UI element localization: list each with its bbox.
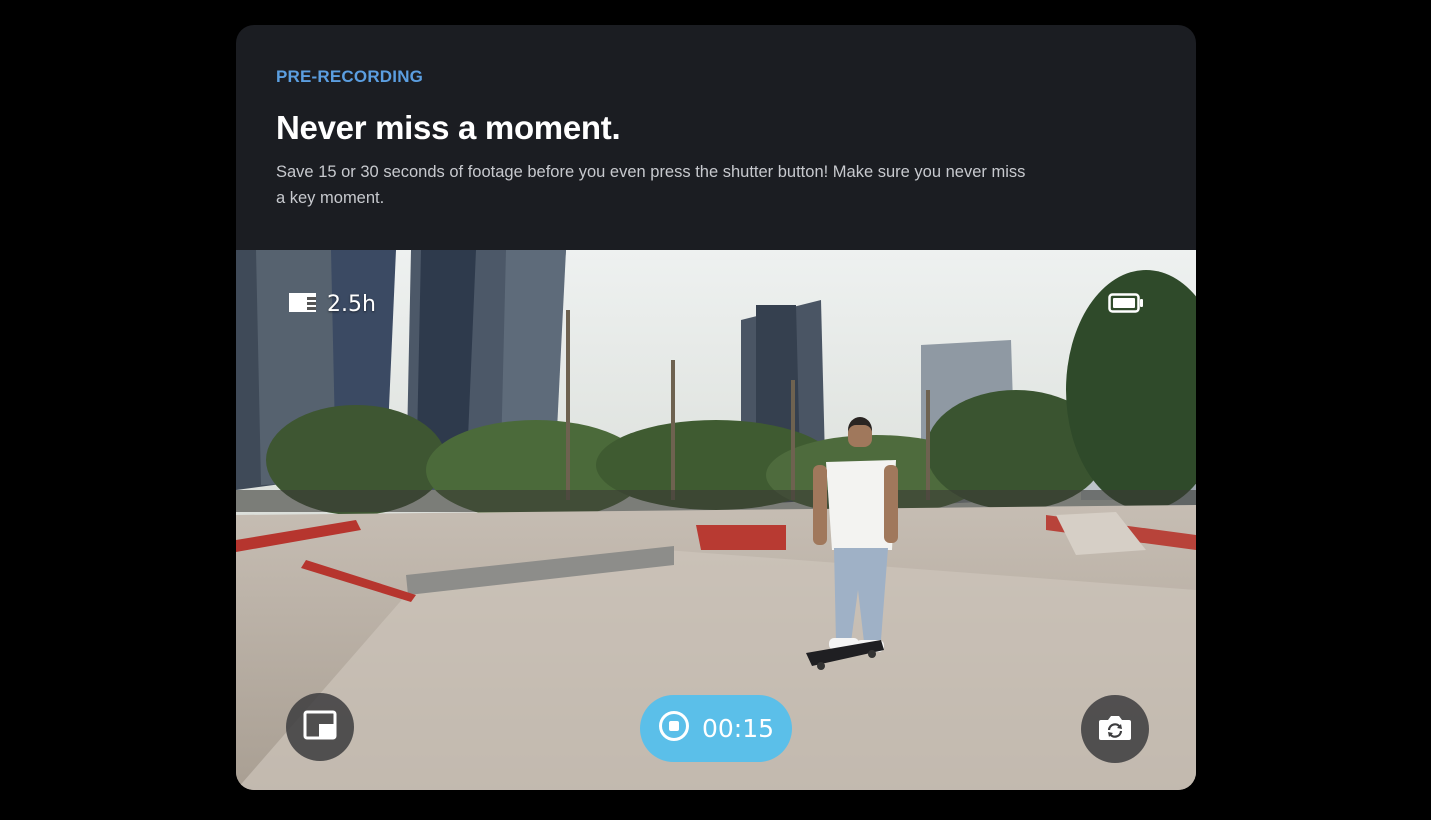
picture-in-picture-icon (303, 710, 337, 745)
feature-description: Save 15 or 30 seconds of footage before … (276, 163, 1026, 207)
picture-in-picture-button[interactable] (286, 693, 354, 761)
storage-remaining: 2.5h (327, 292, 376, 317)
sd-card-icon (286, 290, 319, 319)
feature-eyebrow: PRE-RECORDING (276, 67, 424, 86)
feature-card: PRE-RECORDING Never miss a moment. Save … (236, 25, 1196, 790)
stop-record-icon (658, 710, 690, 747)
feature-title: Never miss a moment. (276, 109, 621, 146)
storage-indicator: 2.5h (286, 290, 376, 319)
camera-switch-icon (1097, 712, 1133, 747)
stop-recording-button[interactable]: 00:15 (640, 695, 792, 762)
camera-viewfinder: 2.5h 00:15 (236, 250, 1196, 790)
switch-camera-button[interactable] (1081, 695, 1149, 763)
recording-timer: 00:15 (701, 714, 775, 743)
battery-full-icon (1108, 293, 1144, 318)
